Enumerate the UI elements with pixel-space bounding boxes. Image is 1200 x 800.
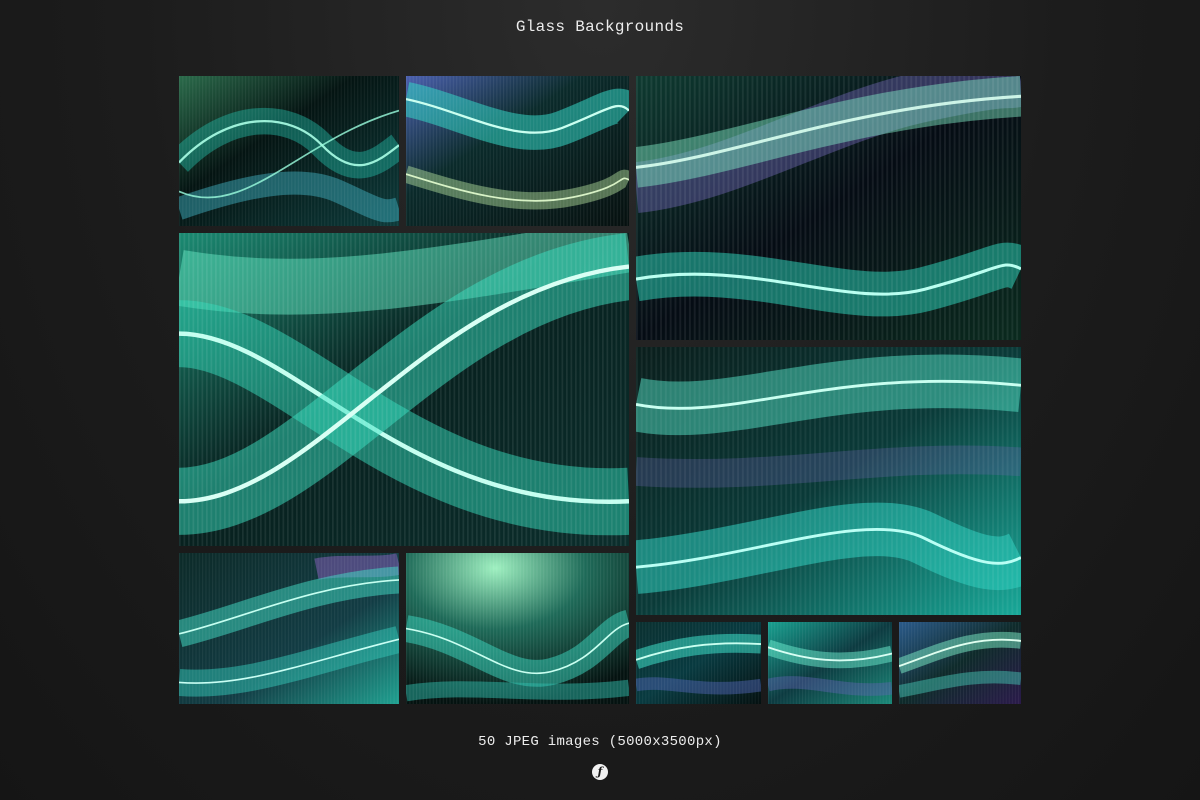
wave-artwork: [406, 553, 629, 704]
gallery-image-3[interactable]: [636, 76, 1021, 340]
gallery-image-4[interactable]: [179, 233, 629, 546]
wave-artwork: [406, 76, 629, 226]
wave-artwork: [636, 347, 1021, 615]
gallery-image-2[interactable]: [406, 76, 629, 226]
page-title: Glass Backgrounds: [515, 18, 685, 36]
wave-artwork: [636, 76, 1021, 340]
gallery-image-9[interactable]: [768, 622, 892, 704]
wave-artwork: [179, 76, 399, 226]
image-count-caption: 50 JPEG images (5000x3500px): [478, 734, 722, 750]
wave-artwork: [899, 622, 1021, 704]
gallery-image-8[interactable]: [636, 622, 761, 704]
gallery-image-10[interactable]: [899, 622, 1021, 704]
gallery-image-7[interactable]: [406, 553, 629, 704]
wave-artwork: [636, 622, 761, 704]
gallery-image-6[interactable]: [179, 553, 399, 704]
wave-artwork: [768, 622, 892, 704]
gallery-image-5[interactable]: [636, 347, 1021, 615]
creator-logo-icon[interactable]: ƒ: [592, 764, 608, 780]
gallery-image-1[interactable]: [179, 76, 399, 226]
wave-artwork: [179, 553, 399, 704]
wave-artwork: [179, 233, 629, 546]
